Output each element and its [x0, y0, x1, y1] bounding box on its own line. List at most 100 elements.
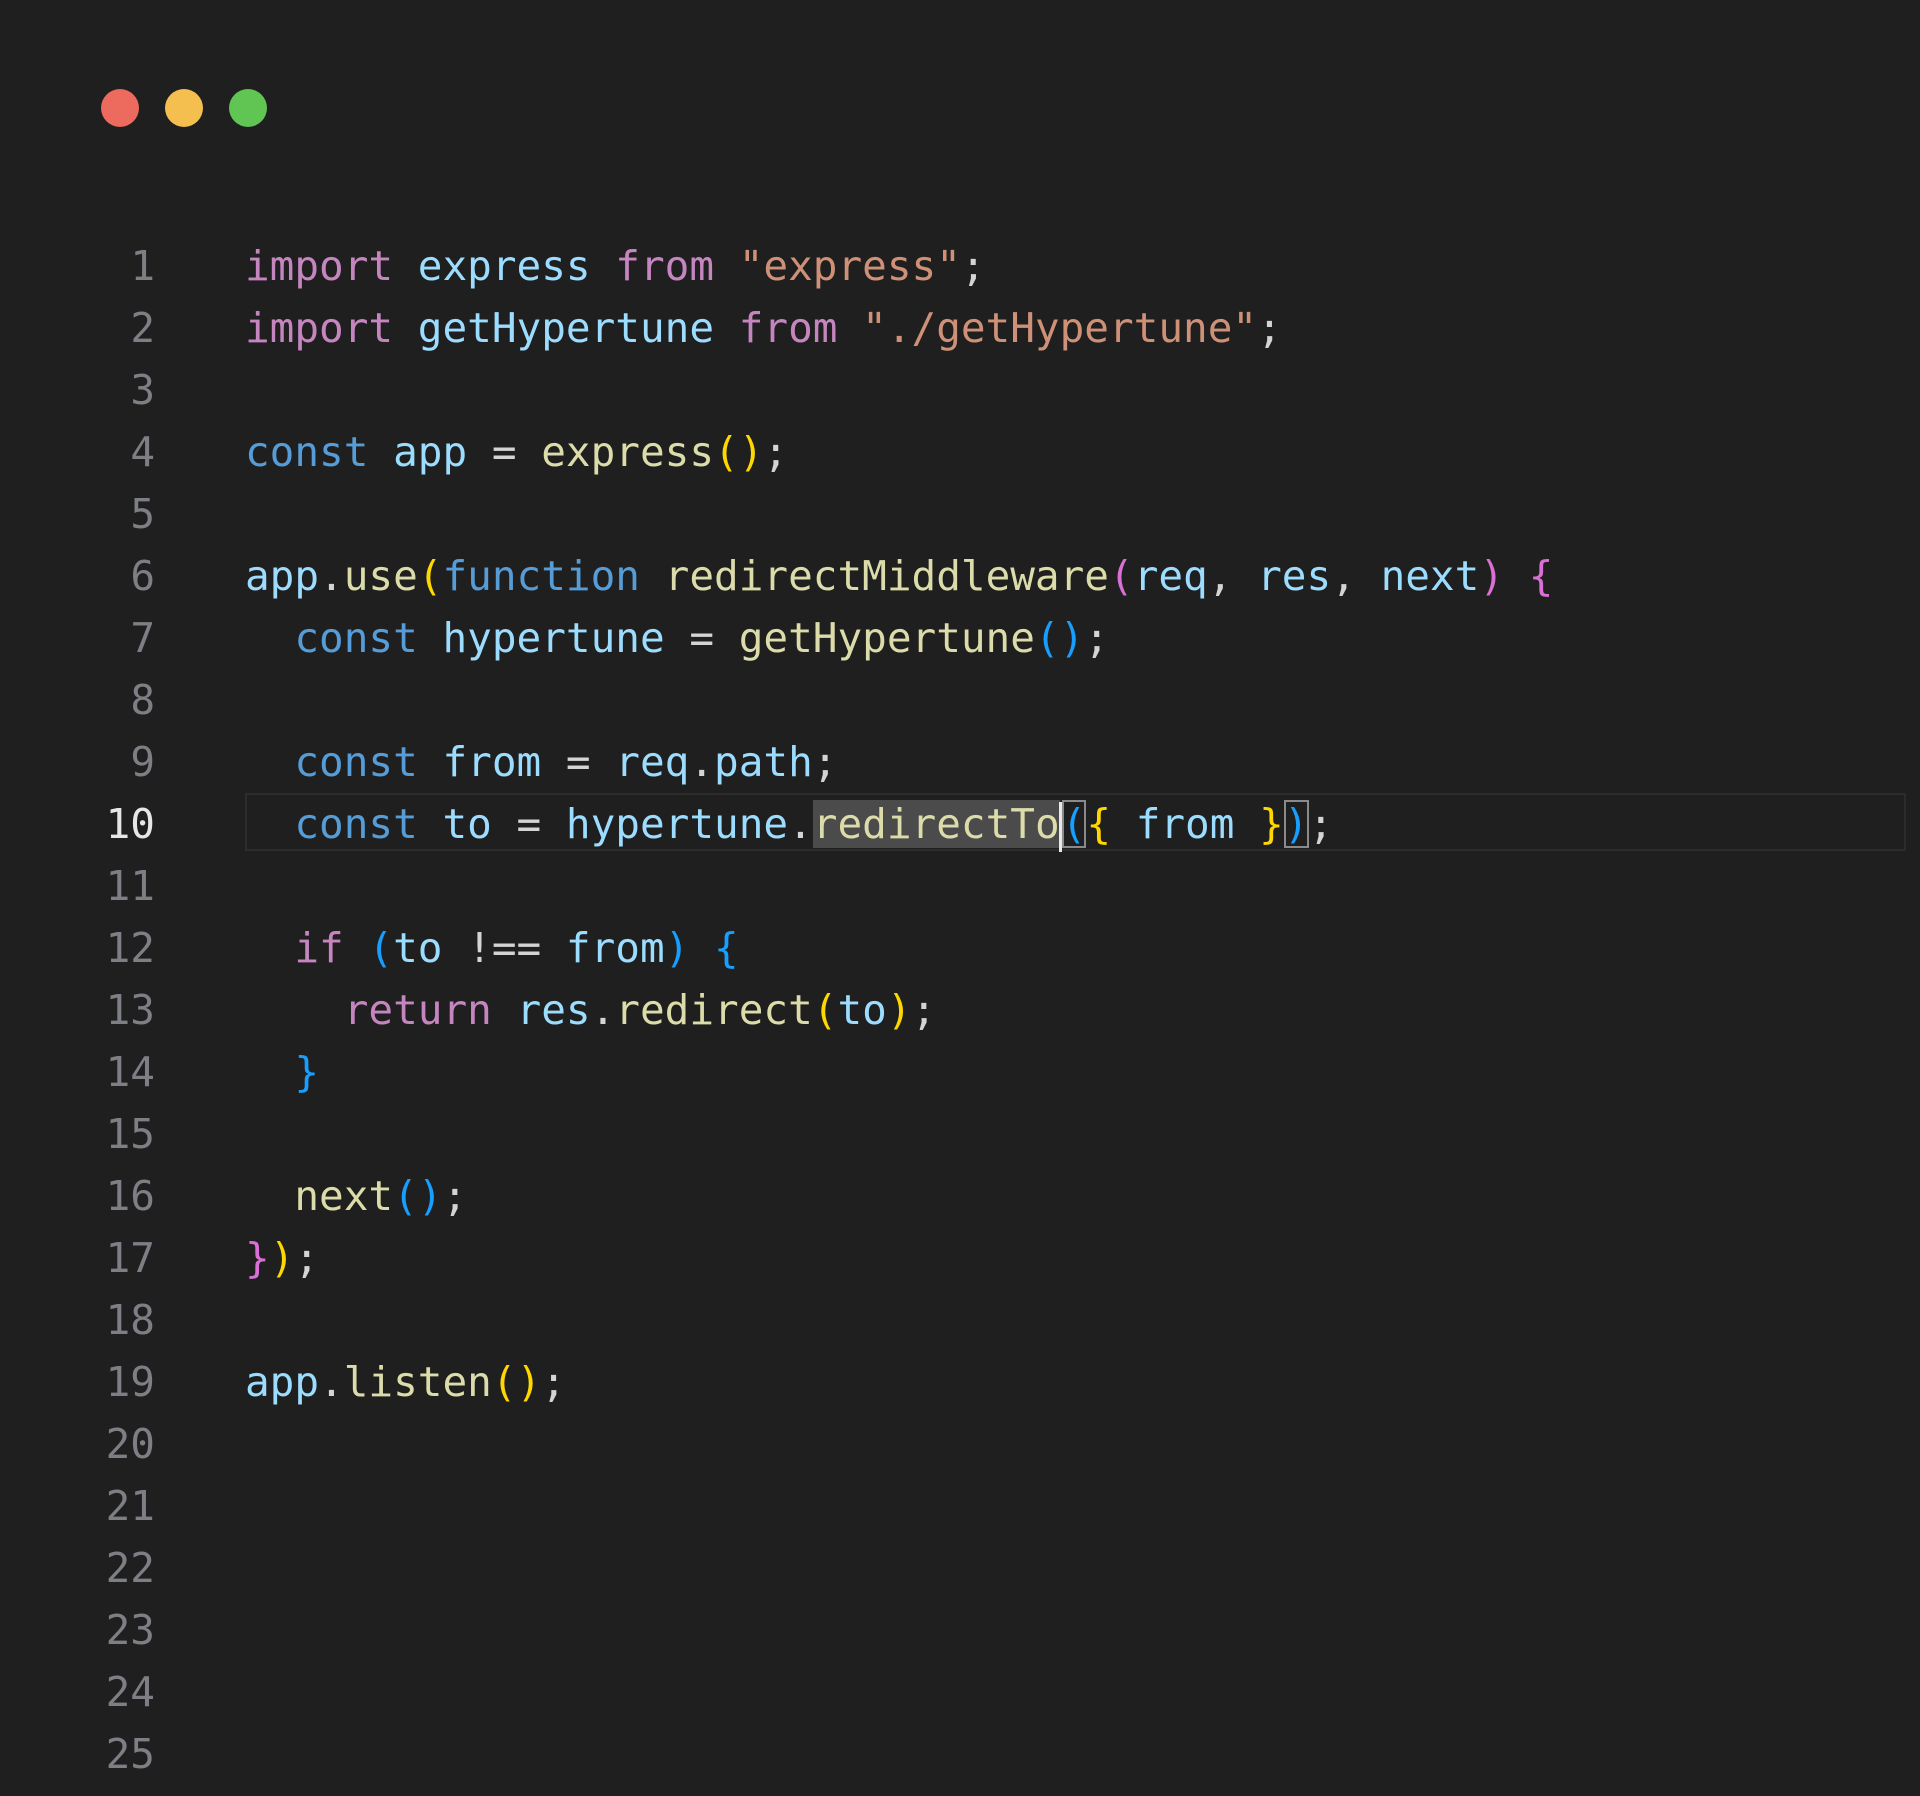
code-line[interactable]: 20: [0, 1413, 1920, 1475]
code-token: next: [1380, 552, 1480, 600]
code-line[interactable]: 4 const app = express();: [0, 421, 1920, 483]
code-token: ;: [1084, 614, 1109, 662]
code-token: {: [714, 924, 739, 972]
code-token: import: [245, 304, 394, 352]
line-number: 3: [130, 366, 155, 414]
code-line[interactable]: 10 const to = hypertune.redirectTo({ fro…: [0, 793, 1920, 855]
code-token: ): [664, 924, 690, 972]
code-token: ;: [541, 1358, 566, 1406]
code-token: }: [245, 1234, 270, 1282]
code-token: app: [393, 428, 468, 476]
code-token: from: [615, 242, 715, 290]
code-token: (: [417, 552, 443, 600]
code-token: redirect: [615, 986, 813, 1034]
code-token: .: [689, 738, 715, 786]
code-text: app.listen();: [245, 1351, 566, 1413]
code-token: ;: [294, 1234, 320, 1282]
line-number: 22: [105, 1544, 155, 1592]
code-token: req: [615, 738, 690, 786]
code-token: ,: [1331, 552, 1381, 600]
code-line[interactable]: 8: [0, 669, 1920, 731]
line-number: 1: [130, 242, 155, 290]
code-token: {: [1528, 552, 1554, 600]
code-token: to: [837, 986, 887, 1034]
close-window-button[interactable]: [101, 89, 139, 127]
line-number: 16: [105, 1172, 155, 1220]
code-line[interactable]: 11: [0, 855, 1920, 917]
code-line[interactable]: 13 return res.redirect(to);: [0, 979, 1920, 1041]
code-token: =: [491, 800, 566, 848]
line-number: 10: [105, 800, 155, 848]
line-number: 19: [105, 1358, 155, 1406]
code-line[interactable]: 24: [0, 1661, 1920, 1723]
code-text: return res.redirect(to);: [245, 979, 936, 1041]
code-token: app: [245, 1358, 320, 1406]
code-token: .: [788, 800, 813, 848]
zoom-window-button[interactable]: [229, 89, 267, 127]
code-token: to: [393, 924, 443, 972]
line-number: 14: [105, 1048, 155, 1096]
code-editor[interactable]: 1 import express from "express"; 2 import g…: [0, 235, 1920, 1785]
code-line[interactable]: 9 const from = req.path;: [0, 731, 1920, 793]
code-text: import express from "express";: [245, 235, 986, 297]
line-number: 2: [130, 304, 155, 352]
code-token: =: [541, 738, 616, 786]
code-line[interactable]: 1 import express from "express";: [0, 235, 1920, 297]
line-number: 18: [105, 1296, 155, 1344]
line-number: 13: [105, 986, 155, 1034]
code-line[interactable]: 3: [0, 359, 1920, 421]
code-token: hypertune: [565, 800, 789, 848]
code-line[interactable]: 17});: [0, 1227, 1920, 1289]
code-token: express: [417, 242, 591, 290]
code-token: to: [442, 800, 492, 848]
code-line[interactable]: 21: [0, 1475, 1920, 1537]
code-line[interactable]: 12 if (to !== from) {: [0, 917, 1920, 979]
code-token: ;: [1257, 304, 1282, 352]
code-token: ): [1283, 800, 1309, 848]
line-number: 15: [105, 1110, 155, 1158]
code-token: "./getHypertune": [862, 304, 1258, 352]
code-token: ;: [763, 428, 789, 476]
code-editor-window: 1 import express from "express"; 2 import g…: [0, 0, 1920, 1796]
code-token: getHypertune: [417, 304, 715, 352]
code-line[interactable]: 2 import getHypertune from "./getHypertun…: [0, 297, 1920, 359]
code-token: next: [294, 1172, 394, 1220]
code-line[interactable]: 5: [0, 483, 1920, 545]
code-line[interactable]: 14 }: [0, 1041, 1920, 1103]
code-token: const: [294, 800, 418, 848]
code-token: app: [245, 552, 320, 600]
line-number: 12: [105, 924, 155, 972]
minimize-window-button[interactable]: [165, 89, 203, 127]
code-line[interactable]: 23: [0, 1599, 1920, 1661]
line-number: 21: [105, 1482, 155, 1530]
code-line[interactable]: 7 const hypertune = getHypertune();: [0, 607, 1920, 669]
code-token: function: [442, 552, 640, 600]
code-line[interactable]: 22: [0, 1537, 1920, 1599]
code-token: from: [738, 304, 838, 352]
code-token: from: [1135, 800, 1235, 848]
line-number: 11: [105, 862, 155, 910]
code-token: redirectTo: [812, 800, 1060, 848]
code-line[interactable]: 19 app.listen();: [0, 1351, 1920, 1413]
code-line[interactable]: 15: [0, 1103, 1920, 1165]
code-token: ;: [1308, 800, 1334, 848]
line-number: 6: [130, 552, 155, 600]
code-token: res: [516, 986, 591, 1034]
code-token: express: [541, 428, 715, 476]
code-line[interactable]: 6 app.use(function redirectMiddleware(req…: [0, 545, 1920, 607]
code-line[interactable]: 18: [0, 1289, 1920, 1351]
code-line[interactable]: 25: [0, 1723, 1920, 1785]
code-line[interactable]: 16 next();: [0, 1165, 1920, 1227]
